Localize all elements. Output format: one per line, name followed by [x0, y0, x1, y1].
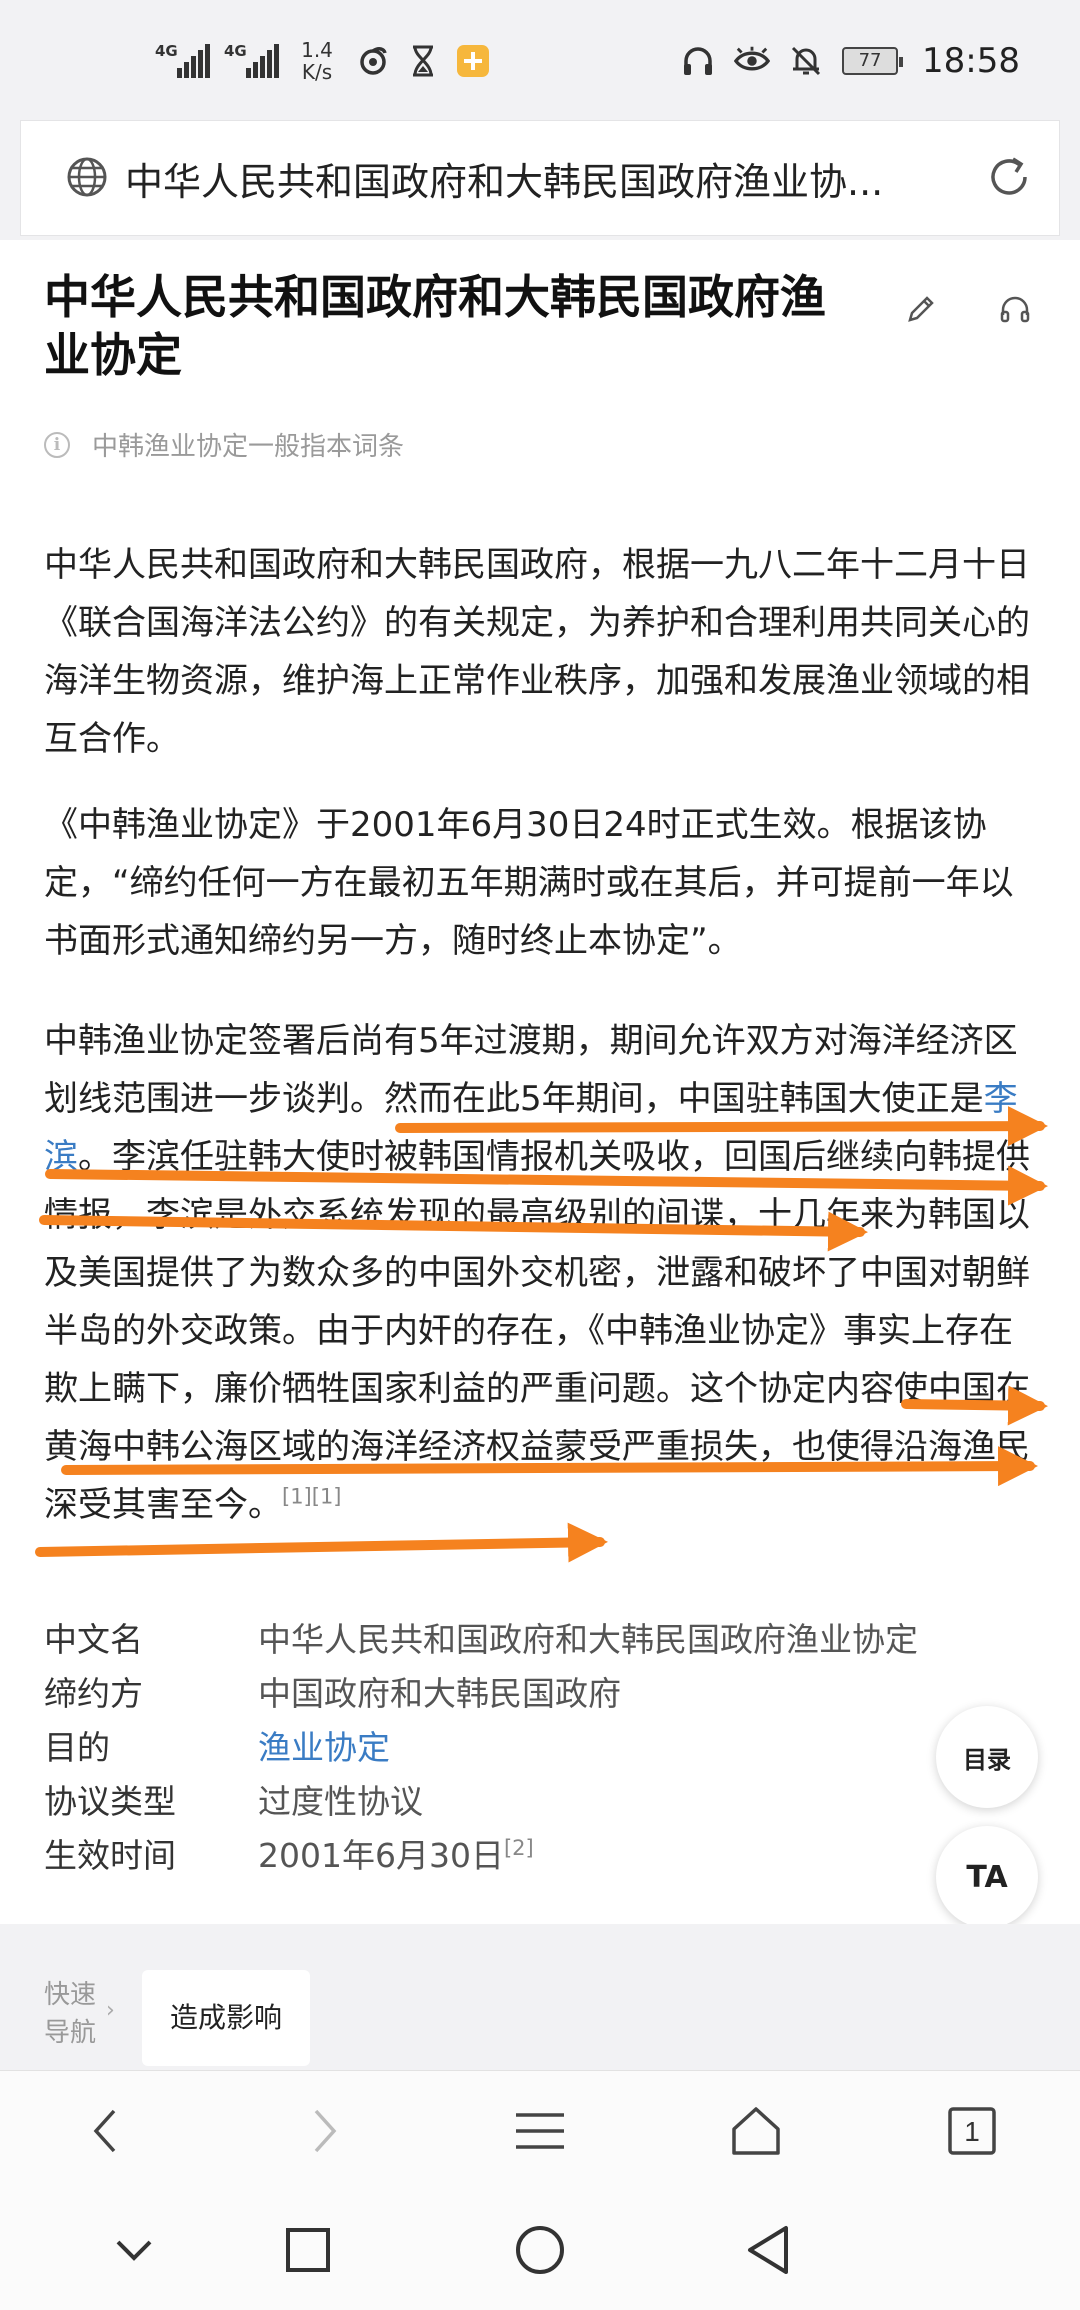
infobox-key: 缔约方 — [44, 1674, 143, 1713]
browser-toolbar: 1 — [0, 2070, 1080, 2190]
hourglass-icon — [405, 43, 441, 79]
infobox-value: 中华人民共和国政府和大韩民国政府渔业协定 — [258, 1620, 918, 1659]
title-actions — [904, 292, 1032, 326]
disambiguation-notice: i 中韩渔业协定一般指本词条 — [44, 426, 404, 463]
app-notification-icon — [455, 43, 491, 79]
quick-nav-label-line: 导航 — [44, 2018, 97, 2048]
quick-nav-label: 快速 导航 — [44, 1976, 96, 2052]
clock: 18:58 — [922, 41, 1020, 81]
headphones-icon — [680, 43, 716, 79]
battery-indicator: 77 — [842, 47, 904, 75]
back-arrow-icon — [93, 2109, 116, 2153]
chevron-down-icon — [116, 2240, 152, 2261]
paragraph-1: 中华人民共和国政府和大韩民国政府，根据一九八二年十二月十日《联合国海洋法公约》的… — [44, 545, 1030, 759]
paragraph-3-text-b: 。李滨任驻韩大使时被韩国情报机关吸收，回国后继续向韩提供情报，李滨是外交系统发现… — [44, 1137, 1030, 1525]
app-swirl-icon — [355, 43, 391, 79]
square-icon — [286, 2228, 330, 2272]
chevron-right-icon: › — [106, 1998, 115, 2023]
back-button[interactable] — [74, 2099, 138, 2163]
speed-unit: K/s — [301, 60, 333, 84]
infobox-row: 目的 渔业协定 — [44, 1718, 944, 1772]
infobox-key: 中文名 — [44, 1620, 143, 1659]
infobox-row: 中文名 中华人民共和国政府和大韩民国政府渔业协定 — [44, 1610, 944, 1664]
tab-count: 1 — [964, 2116, 980, 2147]
eye-icon — [734, 43, 771, 79]
infobox-key: 生效时间 — [44, 1836, 176, 1875]
paragraph-2: 《中韩渔业协定》于2001年6月30日24时正式生效。根据该协定，“缔约任何一方… — [44, 805, 1014, 961]
nav-hide-button[interactable] — [104, 2220, 164, 2280]
notice-text: 中韩渔业协定一般指本词条 — [92, 432, 405, 462]
signal-icon: 4G — [155, 44, 210, 78]
system-nav-bar — [0, 2190, 1080, 2310]
reference-link[interactable]: [2] — [504, 1836, 534, 1860]
network-type-label: 4G — [155, 42, 178, 60]
infobox-key: 目的 — [44, 1728, 110, 1767]
article-content: 中华人民共和国政府和大韩民国政府渔业协定 i 中韩渔业协定一般指本词条 中华人民… — [0, 240, 1080, 1928]
headphones-listen-icon[interactable] — [998, 292, 1032, 326]
infobox-row: 缔约方 中国政府和大韩民国政府 — [44, 1664, 944, 1718]
menu-button[interactable] — [508, 2099, 572, 2163]
info-icon: i — [44, 431, 70, 458]
page-title: 中华人民共和国政府和大韩民国政府渔业协定 — [44, 270, 826, 382]
url-bar[interactable]: 中华人民共和国政府和大韩民国政府渔业协... — [20, 120, 1060, 236]
infobox-row: 生效时间 2001年6月30日[2] — [44, 1826, 944, 1880]
network-speed: 1.4 K/s — [293, 39, 341, 83]
ta-button[interactable]: TA — [936, 1826, 1038, 1928]
quick-nav-chip[interactable]: 造成影响 — [142, 1970, 310, 2066]
tabs-button[interactable]: 1 — [940, 2099, 1004, 2163]
menu-icon — [516, 2113, 564, 2149]
infobox: 中文名 中华人民共和国政府和大韩民国政府渔业协定 缔约方 中国政府和大韩民国政府… — [44, 1610, 944, 1880]
toc-button[interactable]: 目录 — [936, 1706, 1038, 1808]
refresh-icon[interactable] — [983, 151, 1035, 203]
infobox-key: 协议类型 — [44, 1782, 176, 1821]
infobox-row: 协议类型 过度性协议 — [44, 1772, 944, 1826]
infobox-value-link[interactable]: 渔业协定 — [258, 1721, 390, 1769]
annotation-arrow — [35, 1522, 608, 1563]
triangle-back-icon — [748, 2226, 788, 2274]
paragraph-3: 中韩渔业协定签署后尚有5年过渡期，期间允许双方对海洋经济区划线范围进一步谈判。然… — [44, 1012, 1034, 1534]
circle-icon — [516, 2226, 564, 2274]
quick-nav-label-line: 快速 — [44, 1980, 97, 2010]
speed-value: 1.4 — [301, 38, 333, 62]
signal-icon: 4G — [224, 44, 279, 78]
url-page-title[interactable]: 中华人民共和国政府和大韩民国政府渔业协... — [125, 151, 955, 206]
effective-date: 2001年6月30日 — [258, 1836, 504, 1875]
reference-link[interactable]: [1][1] — [282, 1485, 342, 1509]
forward-arrow-icon — [314, 2109, 337, 2153]
network-type-label: 4G — [224, 42, 247, 60]
home-button[interactable] — [724, 2099, 788, 2163]
home-icon — [732, 2107, 780, 2155]
globe-icon — [65, 155, 109, 199]
back-system-button[interactable] — [740, 2220, 800, 2280]
paragraph-3-text-a: 中韩渔业协定签署后尚有5年过渡期，期间允许双方对海洋经济区划线范围进一步谈判。然… — [44, 1021, 1018, 1119]
recents-button[interactable] — [278, 2220, 338, 2280]
status-right: 77 18:58 — [680, 36, 1020, 86]
status-bar: 4G 4G 1.4 K/s 77 18:58 — [0, 0, 1080, 120]
bell-off-icon — [788, 43, 824, 79]
edit-pencil-icon[interactable] — [904, 292, 938, 326]
quick-nav: 快速 导航 › 造成影响 — [0, 1924, 1080, 2070]
status-left: 4G 4G 1.4 K/s — [155, 36, 491, 86]
tabs-icon: 1 — [948, 2107, 996, 2155]
infobox-value: 2001年6月30日[2] — [258, 1829, 534, 1877]
home-system-button[interactable] — [510, 2220, 570, 2280]
forward-button[interactable] — [292, 2099, 356, 2163]
infobox-value: 过度性协议 — [258, 1782, 423, 1821]
infobox-value: 中国政府和大韩民国政府 — [258, 1674, 621, 1713]
